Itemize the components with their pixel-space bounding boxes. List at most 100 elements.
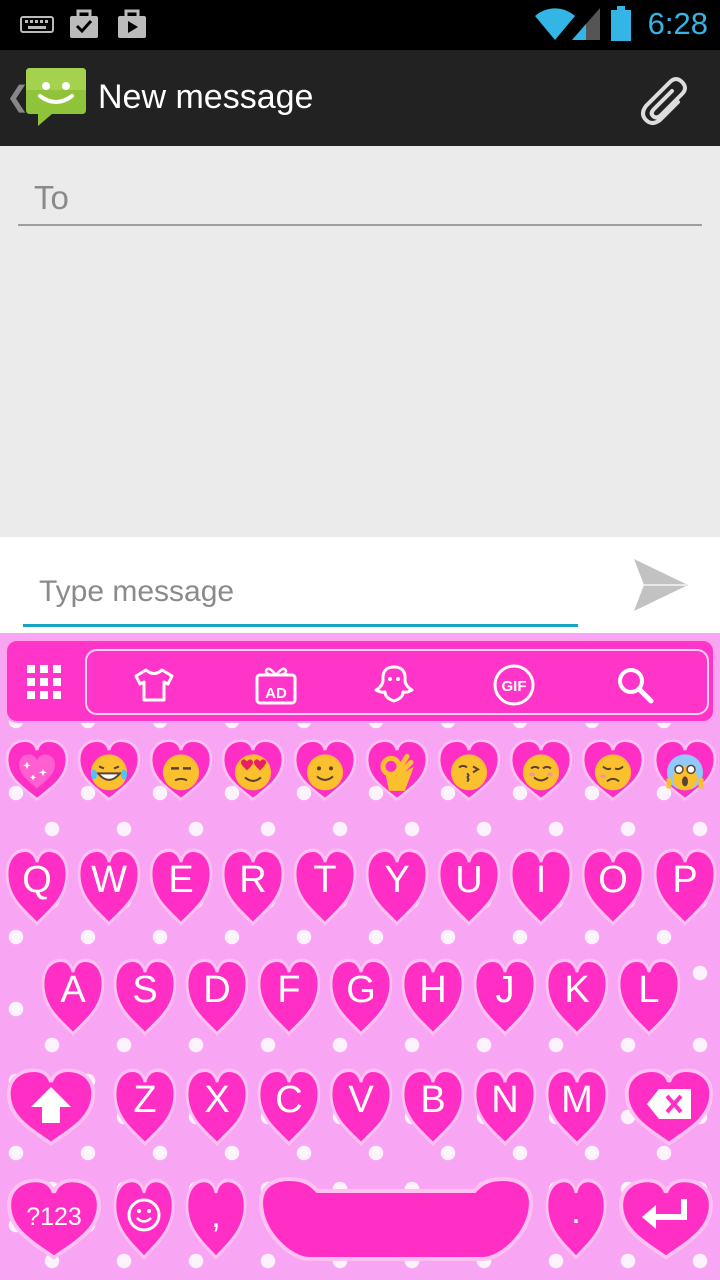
key-n[interactable]: N — [471, 1067, 539, 1147]
ad-gift-icon[interactable]: AD — [253, 665, 299, 705]
emoji-key-sparkle-heart[interactable] — [3, 738, 71, 802]
emoji-key-kiss[interactable] — [435, 738, 503, 802]
key-e[interactable]: E — [147, 847, 215, 927]
emoji-key-heart-eyes[interactable] — [219, 738, 287, 802]
key-label: G — [346, 969, 376, 1011]
key-p[interactable]: P — [651, 847, 719, 927]
recipient-input[interactable] — [18, 172, 702, 224]
period-key[interactable]: . — [543, 1177, 609, 1261]
key-label: Z — [133, 1079, 157, 1121]
backspace-icon — [647, 1089, 691, 1119]
key-t[interactable]: T — [291, 847, 359, 927]
key-q[interactable]: Q — [3, 847, 71, 927]
key-s[interactable]: S — [111, 957, 179, 1037]
key-label: R — [239, 859, 267, 901]
enter-arrow-icon — [642, 1199, 687, 1229]
key-k[interactable]: K — [543, 957, 611, 1037]
key-r[interactable]: R — [219, 847, 287, 927]
enter-key[interactable] — [615, 1177, 717, 1261]
key-b[interactable]: B — [399, 1067, 467, 1147]
heart-eyes-emoji-icon — [235, 754, 271, 791]
comma-key[interactable]: , — [183, 1177, 249, 1261]
key-label: C — [275, 1079, 303, 1121]
disappointed-emoji-icon — [595, 754, 631, 791]
emoji-key-blush[interactable] — [507, 738, 575, 802]
gif-label: GIF — [502, 678, 527, 695]
compose-area — [0, 146, 720, 537]
key-label: L — [638, 969, 660, 1011]
emoji-key-smile[interactable] — [291, 738, 359, 802]
symbols-key[interactable]: ?123 — [3, 1177, 105, 1261]
ghost-icon[interactable] — [372, 665, 416, 705]
key-a[interactable]: A — [39, 957, 107, 1037]
key-label: Q — [22, 859, 52, 901]
key-label: X — [204, 1079, 230, 1121]
keyboard-toolbar: AD GIF — [5, 639, 715, 723]
theme-shirt-icon[interactable] — [132, 665, 176, 705]
keyboard-notification-icon — [20, 16, 54, 33]
key-i[interactable]: I — [507, 847, 575, 927]
key-f[interactable]: F — [255, 957, 323, 1037]
gif-icon[interactable]: GIF — [492, 664, 536, 706]
smiley-icon — [127, 1198, 161, 1232]
key-label: E — [168, 859, 194, 901]
key-label: U — [455, 859, 483, 901]
key-u[interactable]: U — [435, 847, 503, 927]
key-o[interactable]: O — [579, 847, 647, 927]
message-input[interactable] — [23, 559, 578, 624]
battery-icon — [611, 6, 631, 41]
key-h[interactable]: H — [399, 957, 467, 1037]
key-d[interactable]: D — [183, 957, 251, 1037]
key-v[interactable]: V — [327, 1067, 395, 1147]
space-key[interactable] — [255, 1177, 537, 1261]
key-label: . — [571, 1193, 581, 1231]
key-c[interactable]: C — [255, 1067, 323, 1147]
backspace-key[interactable] — [621, 1067, 717, 1147]
send-icon[interactable] — [630, 555, 690, 615]
search-icon[interactable] — [613, 665, 657, 705]
emoji-key-scream[interactable] — [651, 738, 719, 802]
message-field[interactable] — [23, 559, 578, 627]
key-label: P — [672, 859, 698, 901]
kiss-emoji-icon — [451, 753, 487, 791]
keyboard: AD GIF Q W E R T Y U I O P A S D F G H J K L Z X C V B N M ?123,. — [0, 633, 720, 1280]
emoji-key-unamused[interactable] — [147, 738, 215, 802]
shift-key[interactable] — [3, 1067, 99, 1147]
emoji-key-grin-tears[interactable] — [75, 738, 143, 802]
key-label: W — [91, 859, 127, 901]
attach-icon[interactable] — [638, 72, 692, 126]
emoji-key-disappointed[interactable] — [579, 738, 647, 802]
key-label: H — [419, 969, 447, 1011]
scream-emoji-icon — [666, 754, 704, 791]
signal-icon — [572, 8, 600, 40]
key-g[interactable]: G — [327, 957, 395, 1037]
emoji-switch-key[interactable] — [111, 1177, 177, 1261]
key-y[interactable]: Y — [363, 847, 431, 927]
key-w[interactable]: W — [75, 847, 143, 927]
key-label: I — [535, 859, 547, 901]
key-label: A — [60, 969, 86, 1011]
key-label: N — [491, 1079, 519, 1121]
key-label: , — [211, 1197, 221, 1235]
emoji-key-ok-hand[interactable] — [363, 738, 431, 802]
key-label: D — [203, 969, 231, 1011]
blush-emoji-icon — [523, 754, 559, 791]
key-label: S — [132, 969, 158, 1011]
key-x[interactable]: X — [183, 1067, 251, 1147]
ad-label: AD — [265, 685, 287, 702]
key-z[interactable]: Z — [111, 1067, 179, 1147]
messaging-app-icon[interactable] — [24, 64, 88, 130]
sparkle-heart-emoji-icon — [19, 754, 55, 789]
key-label: J — [495, 969, 515, 1011]
key-j[interactable]: J — [471, 957, 539, 1037]
key-l[interactable]: L — [615, 957, 683, 1037]
page-title: New message — [98, 78, 314, 116]
clock: 6:28 — [647, 6, 708, 41]
recipient-field[interactable] — [18, 172, 702, 226]
key-m[interactable]: M — [543, 1067, 611, 1147]
grid-icon[interactable] — [27, 665, 61, 699]
key-label: ?123 — [26, 1203, 82, 1231]
toolbar-actions: AD GIF — [85, 649, 709, 715]
key-label: O — [598, 859, 628, 901]
message-row — [0, 537, 720, 633]
